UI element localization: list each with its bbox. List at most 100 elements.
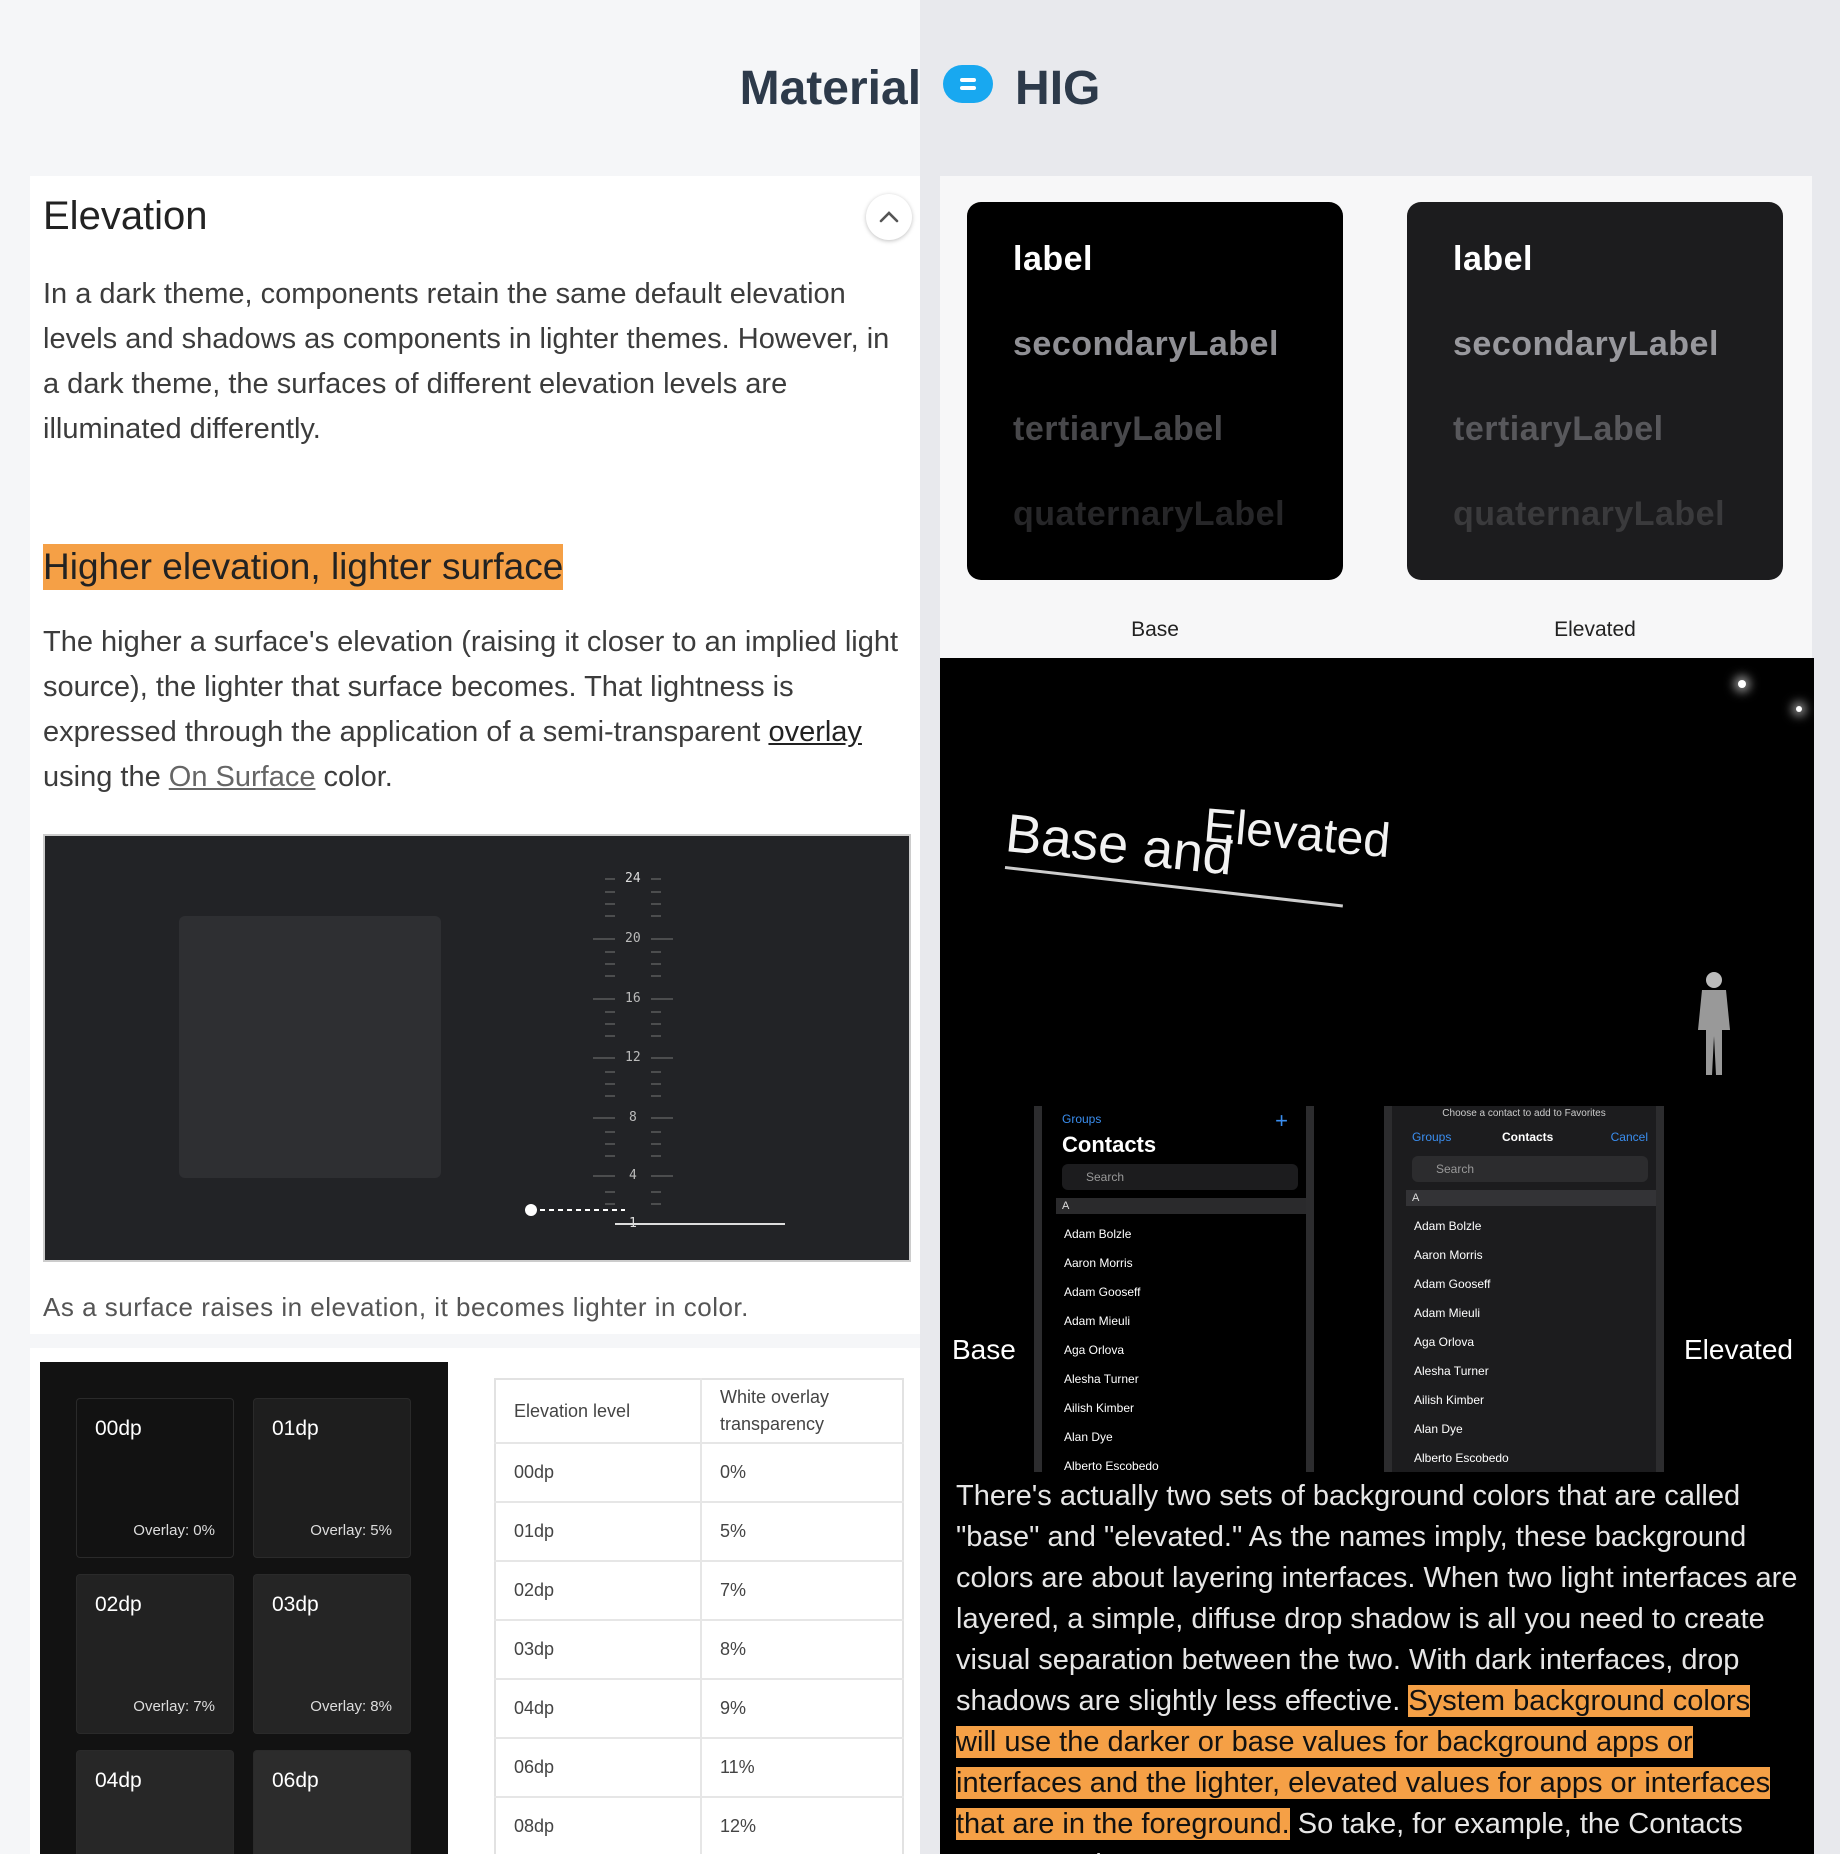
tile-overlay: Overlay: 0% bbox=[133, 1522, 215, 1539]
elevated-caption: Elevated bbox=[1554, 618, 1636, 641]
list-item[interactable]: Aaron Morris bbox=[1414, 1241, 1509, 1270]
tile-overlay: Overlay: 7% bbox=[133, 1698, 215, 1715]
tile-overlay: Overlay: 8% bbox=[310, 1698, 392, 1715]
list-item[interactable]: Adam Bolzle bbox=[1064, 1220, 1159, 1249]
groups-link[interactable]: Groups bbox=[1062, 1112, 1101, 1126]
elevated-phone: Choose a contact to add to Favorites Gro… bbox=[1384, 1106, 1664, 1472]
table-cell: 0% bbox=[701, 1443, 903, 1503]
table-cell: 5% bbox=[701, 1502, 903, 1562]
scale-tick-label: 8 bbox=[629, 1110, 637, 1125]
elevation-tile: 00dp Overlay: 0% bbox=[76, 1398, 234, 1558]
scale-tick-label: 24 bbox=[625, 871, 641, 886]
elevation-tile: 03dp Overlay: 8% bbox=[253, 1574, 411, 1734]
search-field[interactable]: Search bbox=[1412, 1156, 1648, 1182]
table-cell: 12% bbox=[701, 1797, 903, 1854]
list-item[interactable]: Alan Dye bbox=[1414, 1415, 1509, 1444]
table-cell: 06dp bbox=[495, 1738, 702, 1798]
list-item[interactable]: Alberto Escobedo bbox=[1414, 1444, 1509, 1472]
tile-name: 00dp bbox=[95, 1417, 142, 1440]
table-cell: 02dp bbox=[495, 1561, 702, 1621]
list-item[interactable]: Alberto Escobedo bbox=[1064, 1452, 1159, 1472]
on-surface-link[interactable]: On Surface bbox=[169, 761, 316, 793]
elevation-tile: 02dp Overlay: 7% bbox=[76, 1574, 234, 1734]
tertiary-label-sample: tertiaryLabel bbox=[1013, 410, 1224, 448]
search-placeholder: Search bbox=[1086, 1170, 1125, 1184]
elevation-tile: 06dp bbox=[253, 1750, 411, 1854]
elevation-overlay-card: 00dp Overlay: 0% 01dp Overlay: 5% 02dp O… bbox=[30, 1348, 920, 1854]
elevated-label-box: label secondaryLabel tertiaryLabel quate… bbox=[1407, 202, 1783, 580]
tile-overlay: Overlay: 5% bbox=[310, 1522, 392, 1539]
add-icon[interactable]: + bbox=[1275, 1108, 1288, 1134]
table-row: 02dp 7% bbox=[495, 1561, 903, 1621]
table-row: 01dp 5% bbox=[495, 1502, 903, 1562]
table-cell: 9% bbox=[701, 1679, 903, 1739]
figure-caption: As a surface raises in elevation, it bec… bbox=[43, 1292, 749, 1322]
list-item[interactable]: Ailish Kimber bbox=[1414, 1386, 1509, 1415]
quaternary-label-sample: quaternaryLabel bbox=[1453, 495, 1726, 533]
list-item[interactable]: Adam Gooseff bbox=[1414, 1270, 1509, 1299]
elevation-table: Elevation level White overlay transparen… bbox=[494, 1378, 904, 1854]
table-cell: 7% bbox=[701, 1561, 903, 1621]
table-row: 00dp 0% bbox=[495, 1443, 903, 1503]
tile-name: 02dp bbox=[95, 1593, 142, 1616]
transcript-text: There's actually two sets of background … bbox=[940, 1472, 1814, 1854]
elevation-scale bbox=[525, 878, 785, 1225]
highlighted-subheading: Higher elevation, lighter surface bbox=[43, 544, 564, 590]
presenter-figure bbox=[1698, 972, 1730, 1075]
elevated-nav: Groups Contacts Cancel bbox=[1412, 1130, 1648, 1144]
base-phone: Groups + Contacts Search A Adam Bolzle A… bbox=[1034, 1106, 1314, 1472]
search-field[interactable]: Search bbox=[1062, 1164, 1298, 1190]
collapse-button[interactable] bbox=[866, 194, 912, 240]
keynote-title-part1: Base and bbox=[1002, 803, 1237, 887]
elevation-card: Elevation In a dark theme, components re… bbox=[30, 176, 920, 1334]
cancel-button[interactable]: Cancel bbox=[1611, 1130, 1648, 1144]
table-row: 08dp 12% bbox=[495, 1797, 903, 1854]
header-hig: HIG bbox=[1015, 61, 1101, 115]
scale-tick-label: 16 bbox=[625, 991, 641, 1006]
list-item[interactable]: Adam Bolzle bbox=[1414, 1212, 1509, 1241]
contacts-comparison: Base Elevated Groups + Contacts Search A… bbox=[940, 1106, 1814, 1472]
base-caption: Base bbox=[1131, 618, 1179, 641]
scale-tick-label: 12 bbox=[625, 1050, 641, 1065]
quaternary-label-sample: quaternaryLabel bbox=[1013, 495, 1286, 533]
column-header: Elevation level bbox=[495, 1379, 702, 1444]
overlay-link[interactable]: overlay bbox=[768, 716, 862, 748]
table-row: 03dp 8% bbox=[495, 1620, 903, 1680]
table-cell: 08dp bbox=[495, 1797, 702, 1854]
scale-tick-label: 1 bbox=[629, 1216, 637, 1231]
stage-light bbox=[1796, 706, 1802, 712]
body-text: using the bbox=[43, 761, 169, 793]
elevation-tiles-panel: 00dp Overlay: 0% 01dp Overlay: 5% 02dp O… bbox=[40, 1362, 448, 1854]
list-item[interactable]: Adam Mieuli bbox=[1414, 1299, 1509, 1328]
scale-tick-label: 20 bbox=[625, 931, 641, 946]
groups-link[interactable]: Groups bbox=[1412, 1130, 1451, 1144]
list-item[interactable]: Aga Orlova bbox=[1414, 1328, 1509, 1357]
list-item[interactable]: Alesha Turner bbox=[1414, 1357, 1509, 1386]
body-paragraph: The higher a surface's elevation (raisin… bbox=[43, 620, 923, 800]
elevated-side-label: Elevated bbox=[1684, 1334, 1793, 1365]
intro-paragraph: In a dark theme, components retain the s… bbox=[43, 278, 890, 445]
search-placeholder: Search bbox=[1436, 1162, 1475, 1176]
list-item[interactable]: Adam Gooseff bbox=[1064, 1278, 1159, 1307]
elevation-figure: 24 20 16 12 8 4 1 bbox=[43, 834, 911, 1262]
stage-light bbox=[1738, 680, 1746, 688]
label-color-card: label secondaryLabel tertiaryLabel quate… bbox=[940, 176, 1812, 662]
list-item[interactable]: Alan Dye bbox=[1064, 1423, 1159, 1452]
elevation-tile: 01dp Overlay: 5% bbox=[253, 1398, 411, 1558]
list-item[interactable]: Ailish Kimber bbox=[1064, 1394, 1159, 1423]
tertiary-label-sample: tertiaryLabel bbox=[1453, 410, 1664, 448]
body-text: color. bbox=[315, 761, 393, 793]
header-material: Material bbox=[739, 61, 922, 115]
list-item[interactable]: Alesha Turner bbox=[1064, 1365, 1159, 1394]
tile-name: 03dp bbox=[272, 1593, 319, 1616]
list-item[interactable]: Adam Mieuli bbox=[1064, 1307, 1159, 1336]
label-sample: label bbox=[1453, 240, 1533, 278]
table-header-row: Elevation level White overlay transparen… bbox=[495, 1379, 903, 1444]
contact-list: Adam Bolzle Aaron Morris Adam Gooseff Ad… bbox=[1414, 1212, 1509, 1472]
list-item[interactable]: Aga Orlova bbox=[1064, 1336, 1159, 1365]
chevron-up-icon bbox=[879, 211, 899, 223]
list-item[interactable]: Aaron Morris bbox=[1064, 1249, 1159, 1278]
section-header: A bbox=[1056, 1198, 1306, 1214]
table-row: 06dp 11% bbox=[495, 1738, 903, 1798]
table-cell: 01dp bbox=[495, 1502, 702, 1562]
